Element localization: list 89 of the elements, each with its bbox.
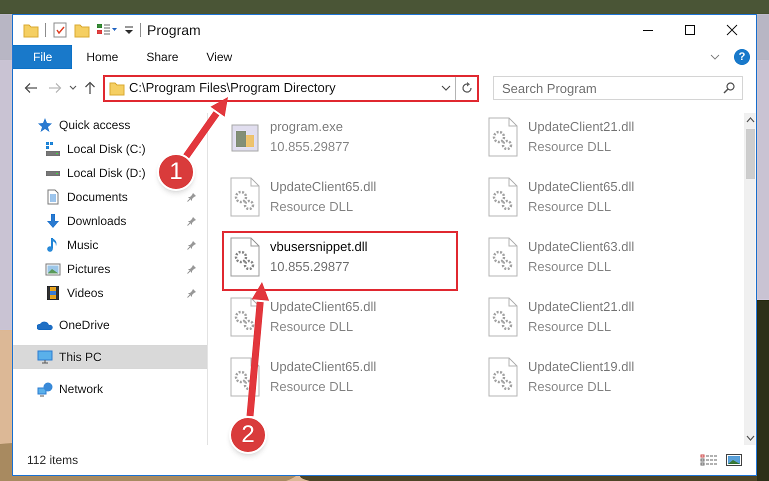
settings-file-icon [486, 237, 520, 277]
file-detail: Resource DLL [528, 198, 612, 216]
close-icon[interactable] [726, 24, 738, 36]
file-detail: Resource DLL [528, 378, 612, 396]
address-bar[interactable]: C:\Program Files\Program Directory [103, 74, 479, 102]
file-name: UpdateClient65.dll [270, 358, 376, 376]
large-icons-view-icon[interactable] [726, 454, 742, 466]
up-arrow-icon[interactable] [84, 81, 96, 95]
ribbon-tab[interactable]: File [13, 45, 72, 69]
file-name: program.exe [270, 118, 344, 136]
file-name: vbusersnippet.dll [270, 238, 368, 256]
item-count: 112 items [27, 452, 78, 469]
file-item[interactable]: UpdateClient63.dll Resource DLL [482, 233, 718, 293]
search-icon[interactable] [723, 82, 735, 94]
sidebar-item[interactable]: Pictures [13, 257, 207, 281]
scrollbar[interactable] [744, 113, 756, 445]
back-arrow-icon[interactable] [24, 82, 38, 94]
ribbon-tab[interactable]: Share [132, 45, 192, 69]
ribbon-tab[interactable]: Home [72, 45, 132, 69]
recent-locations-icon[interactable] [69, 85, 77, 91]
sidebar-item[interactable]: Local Disk (C:) [13, 137, 148, 161]
download-arrow-icon [45, 213, 61, 229]
star-icon [37, 117, 53, 133]
scroll-down-icon[interactable] [746, 435, 754, 441]
file-detail: Resource DLL [270, 378, 354, 396]
file-detail: Resource DLL [528, 318, 612, 336]
settings-file-icon [486, 177, 520, 217]
sidebar-item[interactable]: Quick access [13, 113, 132, 137]
monitor-icon [37, 349, 53, 365]
details-view-icon[interactable] [700, 454, 718, 466]
window-title: Program [147, 20, 201, 40]
file-name: UpdateClient65.dll [270, 298, 376, 316]
maximize-icon[interactable] [684, 24, 696, 36]
file-item[interactable]: UpdateClient21.dll Resource DLL [482, 113, 718, 173]
file-item[interactable]: UpdateClient65.dll Resource DLL [224, 353, 460, 413]
file-detail: Resource DLL [528, 138, 612, 156]
ribbon-tab[interactable]: View [192, 45, 246, 69]
picture-icon [45, 261, 61, 277]
settings-file-icon [486, 357, 520, 397]
file-name: UpdateClient19.dll [528, 358, 634, 376]
pin-icon[interactable] [187, 288, 197, 298]
sidebar-item[interactable]: Videos [13, 281, 207, 305]
file-detail: Resource DLL [270, 198, 354, 216]
sidebar-item[interactable]: This PC [13, 345, 207, 369]
file-item[interactable]: UpdateClient65.dll Resource DLL [482, 173, 718, 233]
checklist-icon[interactable] [52, 22, 68, 38]
dropdown-icon[interactable] [441, 85, 451, 91]
search-field[interactable]: Search Program [493, 76, 743, 100]
sidebar-item[interactable]: Network [13, 377, 106, 401]
file-detail: Resource DLL [528, 258, 612, 276]
sidebar-item[interactable]: Downloads [13, 209, 207, 233]
network-icon [37, 381, 53, 397]
help-button[interactable]: ? [734, 49, 750, 65]
annotation-arrow [182, 97, 228, 160]
sidebar-item[interactable]: Local Disk (D:) [13, 161, 148, 185]
settings-file-icon [228, 237, 262, 277]
chevron-down-icon[interactable] [710, 54, 720, 60]
refresh-icon[interactable] [460, 82, 472, 94]
settings-file-icon [486, 117, 520, 157]
file-name: UpdateClient21.dll [528, 118, 634, 136]
address-path: C:\Program Files\Program Directory [129, 79, 337, 98]
file-item[interactable]: UpdateClient21.dll Resource DLL [482, 293, 718, 353]
document-icon [45, 189, 61, 205]
scroll-thumb[interactable] [746, 129, 754, 179]
folder-icon [109, 80, 125, 96]
file-item[interactable]: program.exe 10.855.29877 [224, 113, 460, 173]
file-item[interactable]: UpdateClient65.dll Resource DLL [224, 293, 460, 353]
scroll-up-icon[interactable] [746, 117, 754, 123]
sidebar-item[interactable]: Music [13, 233, 207, 257]
drive-icon [45, 141, 61, 157]
pin-icon[interactable] [187, 216, 197, 226]
pin-icon[interactable] [187, 240, 197, 250]
file-item[interactable]: UpdateClient19.dll Resource DLL [482, 353, 718, 413]
drive-icon [45, 170, 61, 176]
file-detail: Resource DLL [270, 318, 354, 336]
pin-icon[interactable] [187, 192, 197, 202]
file-detail: 10.855.29877 [270, 258, 351, 276]
file-item[interactable]: UpdateClient65.dll Resource DLL [224, 173, 460, 233]
file-name: UpdateClient63.dll [528, 238, 634, 256]
settings-file-icon [486, 297, 520, 337]
settings-file-icon [228, 177, 262, 217]
film-icon [45, 285, 61, 301]
file-detail: 10.855.29877 [270, 138, 350, 156]
file-name: UpdateClient65.dll [528, 178, 634, 196]
sidebar-item[interactable]: OneDrive [13, 313, 112, 337]
file-item[interactable]: vbusersnippet.dll 10.855.29877 [222, 231, 458, 291]
pin-icon[interactable] [187, 264, 197, 274]
file-name: UpdateClient21.dll [528, 298, 634, 316]
file-name: UpdateClient65.dll [270, 178, 376, 196]
